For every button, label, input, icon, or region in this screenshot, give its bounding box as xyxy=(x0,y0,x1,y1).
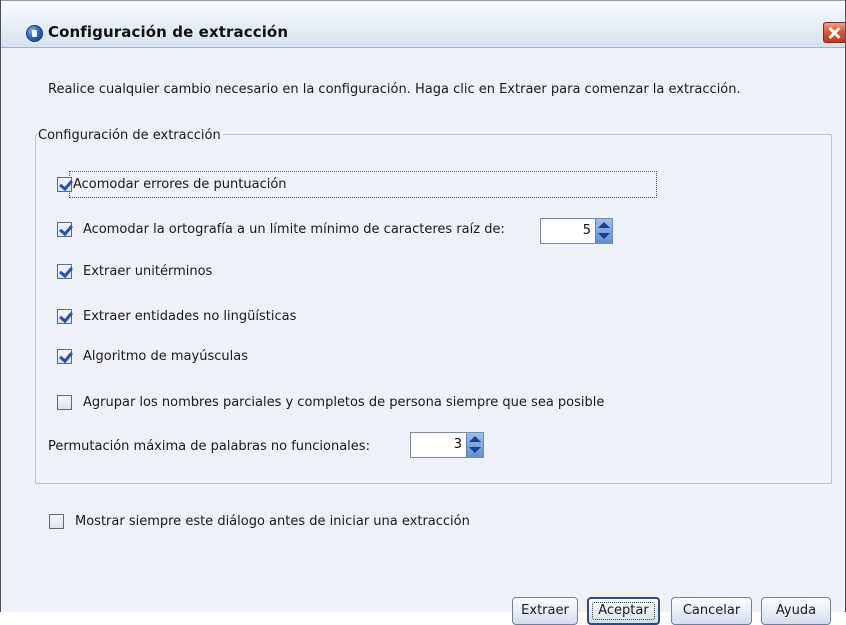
info-icon xyxy=(26,25,43,42)
option-group-person-names-checkbox[interactable] xyxy=(57,395,72,410)
permutation-spinner[interactable]: 3 xyxy=(410,432,484,458)
option-extract-nonlinguistic-checkbox[interactable] xyxy=(57,309,72,324)
spinner-up-arrow-icon[interactable] xyxy=(598,222,610,228)
option-uppercase-algorithm-checkbox[interactable] xyxy=(57,349,72,364)
group-legend: Configuración de extracción xyxy=(37,128,223,143)
option-extract-uniterms-checkbox[interactable] xyxy=(57,264,72,279)
spinner-arrows[interactable] xyxy=(595,219,612,243)
always-show-dialog-checkbox[interactable] xyxy=(49,514,64,529)
option-uppercase-algorithm-label[interactable]: Algoritmo de mayúsculas xyxy=(83,349,248,364)
cancel-button[interactable]: Cancelar xyxy=(671,597,752,625)
extraction-settings-dialog: Configuración de extracción Realice cual… xyxy=(0,0,846,625)
min-root-chars-value[interactable]: 5 xyxy=(583,223,591,238)
ok-button[interactable]: Aceptar xyxy=(587,597,660,625)
title-bar[interactable]: Configuración de extracción xyxy=(1,0,845,48)
option-accommodate-spelling-checkbox[interactable] xyxy=(57,222,72,237)
option-accommodate-spelling-label[interactable]: Acomodar la ortografía a un límite mínim… xyxy=(83,222,505,237)
option-extract-uniterms-label[interactable]: Extraer unitérminos xyxy=(83,264,212,279)
min-root-chars-spinner[interactable]: 5 xyxy=(540,218,613,244)
permutation-value[interactable]: 3 xyxy=(454,437,462,452)
option-extract-nonlinguistic-label[interactable]: Extraer entidades no lingüísticas xyxy=(83,309,296,324)
spinner-down-arrow-icon[interactable] xyxy=(598,233,610,239)
permutation-label: Permutación máxima de palabras no funcio… xyxy=(48,439,370,454)
option-group-person-names-label[interactable]: Agrupar los nombres parciales y completo… xyxy=(83,395,604,410)
dialog-title: Configuración de extracción xyxy=(48,23,289,41)
close-icon[interactable] xyxy=(823,22,845,43)
option-accommodate-punctuation-label[interactable]: Acomodar errores de puntuación xyxy=(73,177,287,192)
extract-button[interactable]: Extraer xyxy=(512,597,578,625)
always-show-dialog-label[interactable]: Mostrar siempre este diálogo antes de in… xyxy=(75,514,470,529)
spinner-up-arrow-icon[interactable] xyxy=(469,436,481,442)
help-button[interactable]: Ayuda xyxy=(761,597,831,625)
option-accommodate-punctuation-checkbox[interactable] xyxy=(57,177,72,192)
intro-text: Realice cualquier cambio necesario en la… xyxy=(48,82,741,97)
spinner-arrows[interactable] xyxy=(466,433,483,457)
spinner-down-arrow-icon[interactable] xyxy=(469,447,481,453)
